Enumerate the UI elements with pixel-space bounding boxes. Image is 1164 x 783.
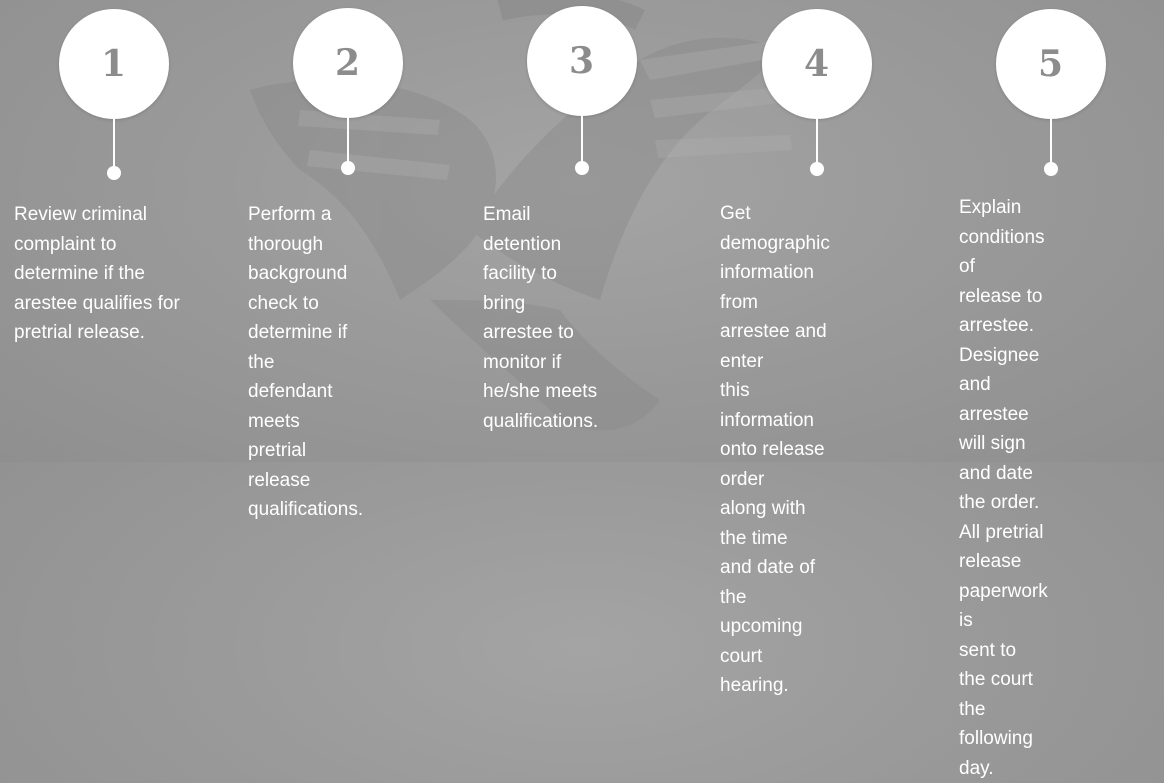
step-number: 4 — [803, 43, 831, 85]
step-number: 5 — [1037, 43, 1065, 85]
connector-line — [1050, 118, 1052, 168]
step-5: 5 Explain conditions of release to arres… — [0, 0, 1106, 779]
step-description: Email detention facility to bring arrest… — [483, 204, 599, 432]
connector-dot — [810, 162, 824, 176]
step-number: 2 — [334, 42, 362, 84]
step-number-circle: 3 — [527, 6, 637, 116]
connector-dot — [575, 161, 589, 175]
connector-dot — [341, 161, 355, 175]
step-number: 3 — [568, 40, 596, 82]
connector-line — [581, 115, 583, 167]
step-description: Get demographic information from arreste… — [720, 203, 830, 696]
step-number-circle: 5 — [996, 9, 1106, 119]
connector-dot — [1044, 162, 1058, 176]
step-description: Explain conditions of release to arreste… — [959, 197, 1048, 779]
step-number-circle: 2 — [293, 8, 403, 118]
step-number-circle: 4 — [762, 9, 872, 119]
connector-line — [347, 117, 349, 167]
step-description: Perform a thorough background check to d… — [248, 204, 364, 520]
connector-line — [816, 118, 818, 168]
